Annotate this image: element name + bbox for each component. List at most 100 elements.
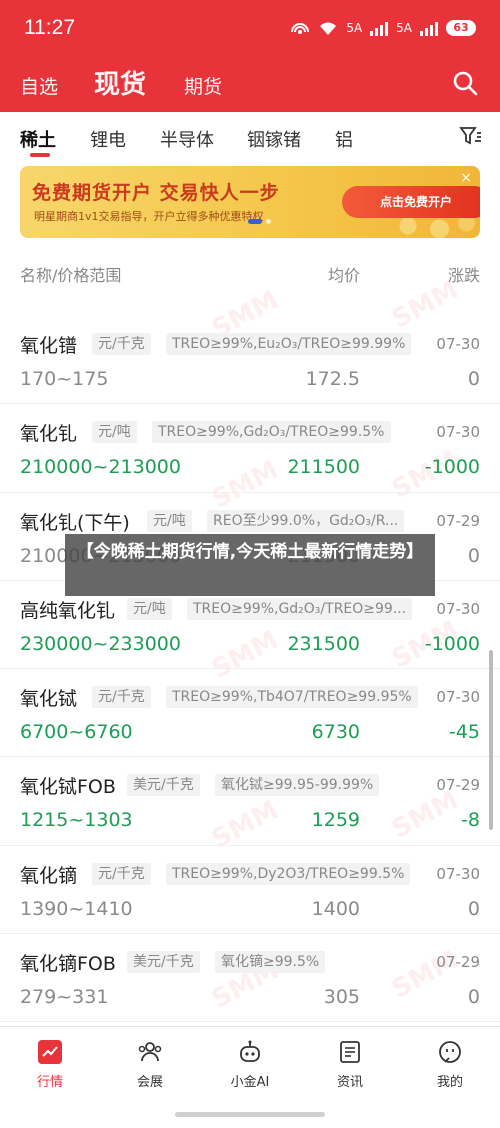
- banner-subline: 明星期商1v1交易指导，开户立得多种优惠特权: [34, 210, 264, 223]
- unit-badge: 元/千克: [92, 862, 151, 885]
- unit-badge: 元/千克: [92, 686, 151, 709]
- profile-icon: [439, 1041, 461, 1063]
- signal-icon-2: [420, 20, 438, 36]
- nav-exhibition-label: 会展: [136, 1075, 163, 1090]
- product-name: 氧化铽FOB: [20, 776, 116, 799]
- unit-badge: 美元/千克: [127, 951, 200, 974]
- average-price: 172.5: [305, 368, 360, 390]
- network-label-2: 5A: [396, 21, 412, 35]
- price-range: 6700~6760: [20, 721, 133, 744]
- price-range: 210000~213000: [20, 456, 181, 479]
- table-row[interactable]: 氧化铽FOB 美元/千克 氧化铽≥99.95-99.99% 07-29 1215~130…: [0, 757, 500, 846]
- tab-watchlist[interactable]: 自选: [20, 72, 58, 99]
- average-price: 211500: [287, 456, 360, 479]
- category-indium-gallium-germanium[interactable]: 铟镓锗: [247, 126, 301, 152]
- nav-profile-label: 我的: [436, 1075, 463, 1090]
- price-change: 0: [467, 897, 480, 920]
- people-icon: [138, 1042, 162, 1062]
- change-column-header[interactable]: 涨跌: [448, 262, 480, 286]
- price-change: 0: [467, 986, 480, 1009]
- price-date: 07-30: [436, 599, 480, 618]
- product-name: 氧化钆: [20, 423, 78, 446]
- status-time: 11:27: [24, 16, 75, 39]
- wifi-icon: [320, 22, 337, 35]
- nav-news[interactable]: 资讯: [310, 1039, 390, 1090]
- table-row[interactable]: 氧化镝 元/千克 TREO≥99%,Dy2O3/TREO≥99.5% 07-30 139…: [0, 846, 500, 935]
- category-semiconductor[interactable]: 半导体: [160, 126, 214, 152]
- table-row[interactable]: 氧化铽 元/千克 TREO≥99%,Tb4O7/TREO≥99.95% 07-30 67…: [0, 669, 500, 758]
- search-icon[interactable]: [452, 70, 478, 96]
- article-title-overlay: 【今晚稀土期货行情,今天稀土最新行情走势】: [65, 534, 435, 596]
- tab-futures[interactable]: 期货: [184, 72, 222, 99]
- price-range: 279~331: [20, 986, 109, 1009]
- main-nav: 自选 现货 期货: [0, 62, 500, 112]
- nav-exhibition[interactable]: 会展: [110, 1039, 190, 1090]
- status-bar: 11:27 5A 5A 63: [0, 0, 500, 58]
- spec-badge: TREO≥99%,Dy2O3/TREO≥99.5%: [166, 862, 411, 885]
- unit-badge: 元/吨: [127, 597, 172, 620]
- nav-ai-label: 小金AI: [230, 1075, 270, 1090]
- price-date: 07-30: [436, 423, 480, 442]
- average-price: 6730: [311, 721, 360, 744]
- nav-ai[interactable]: 小金AI: [210, 1039, 290, 1090]
- price-change: -1000: [424, 632, 480, 655]
- spec-badge: 氧化铽≥99.95-99.99%: [215, 774, 380, 797]
- product-name: 氧化钆(下午): [20, 511, 130, 534]
- category-lithium[interactable]: 锂电: [90, 126, 126, 152]
- hotspot-icon: [291, 23, 310, 34]
- signal-icon-1: [370, 20, 389, 36]
- spec-badge: TREO≥99%,Tb4O7/TREO≥99.95%: [166, 686, 418, 709]
- average-column-header[interactable]: 均价: [300, 262, 360, 286]
- category-rare-earth[interactable]: 稀土: [20, 126, 56, 152]
- price-list: 氧化镨 元/千克 TREO≥99%,Eu₂O₃/TREO≥99.99% 07-30 17…: [0, 316, 500, 1023]
- price-change: -1000: [424, 456, 480, 479]
- spec-badge: TREO≥99%,Gd₂O₃/TREO≥99...: [187, 597, 413, 620]
- price-range: 1390~1410: [20, 897, 133, 920]
- table-row[interactable]: 氧化镝FOB 美元/千克 氧化镝≥99.5% 07-29 279~331 305 0: [0, 934, 500, 1023]
- unit-badge: 美元/千克: [127, 774, 200, 797]
- price-change: 0: [467, 368, 480, 390]
- banner-close-icon[interactable]: ×: [460, 170, 472, 186]
- list-header: 名称/价格范围 均价 涨跌: [0, 256, 500, 292]
- average-price: 1259: [311, 809, 360, 832]
- name-column-header: 名称/价格范围: [20, 266, 122, 285]
- category-aluminum[interactable]: 铝: [335, 126, 353, 152]
- spec-badge: TREO≥99%,Gd₂O₃/TREO≥99.5%: [152, 421, 391, 444]
- average-price: 1400: [311, 897, 360, 920]
- product-name: 氧化镝: [20, 864, 78, 887]
- category-tabs: 稀土 锂电 半导体 铟镓锗 铝: [0, 112, 500, 164]
- nav-market[interactable]: 行情: [10, 1039, 90, 1090]
- table-row[interactable]: 氧化钆 元/吨 TREO≥99%,Gd₂O₃/TREO≥99.5% 07-30 2100…: [0, 404, 500, 493]
- spec-badge: 氧化镝≥99.5%: [215, 951, 326, 974]
- open-account-button[interactable]: 点击免费开户: [342, 186, 480, 218]
- product-name: 高纯氧化钆: [20, 599, 116, 622]
- news-icon: [340, 1041, 360, 1063]
- price-date: 07-30: [436, 335, 480, 353]
- tab-spot[interactable]: 现货: [94, 64, 146, 101]
- price-date: 07-30: [436, 864, 480, 883]
- table-row[interactable]: 氧化镨 元/千克 TREO≥99%,Eu₂O₃/TREO≥99.99% 07-30 17…: [0, 316, 500, 405]
- network-label-1: 5A: [346, 21, 363, 35]
- filter-icon[interactable]: [458, 124, 482, 148]
- banner-headline: 免费期货开户 交易快人一步: [32, 182, 280, 204]
- unit-badge: 元/吨: [92, 421, 137, 444]
- price-date: 07-29: [436, 511, 480, 530]
- average-price: 305: [323, 986, 360, 1009]
- active-category-indicator: [30, 153, 50, 157]
- price-range: 1215~1303: [20, 809, 133, 832]
- promo-banner[interactable]: 免费期货开户 交易快人一步 明星期商1v1交易指导，开户立得多种优惠特权 点击免…: [20, 166, 480, 238]
- price-range: 230000~233000: [20, 632, 181, 655]
- nav-news-label: 资讯: [336, 1075, 363, 1090]
- nav-profile[interactable]: 我的: [410, 1039, 490, 1090]
- unit-badge: 元/吨: [147, 509, 192, 532]
- price-change: -8: [461, 809, 480, 832]
- spec-badge: TREO≥99%,Eu₂O₃/TREO≥99.99%: [166, 333, 412, 355]
- price-range: 170~175: [20, 368, 109, 390]
- price-change: 0: [467, 544, 480, 567]
- market-chart-icon: [38, 1040, 62, 1064]
- app-header: 11:27 5A 5A 63 自选 现货 期货: [0, 0, 500, 112]
- battery-icon: 63: [446, 20, 476, 36]
- status-icons: 5A 5A 63: [290, 20, 476, 36]
- robot-icon: [240, 1040, 260, 1062]
- scrollbar[interactable]: [489, 650, 493, 830]
